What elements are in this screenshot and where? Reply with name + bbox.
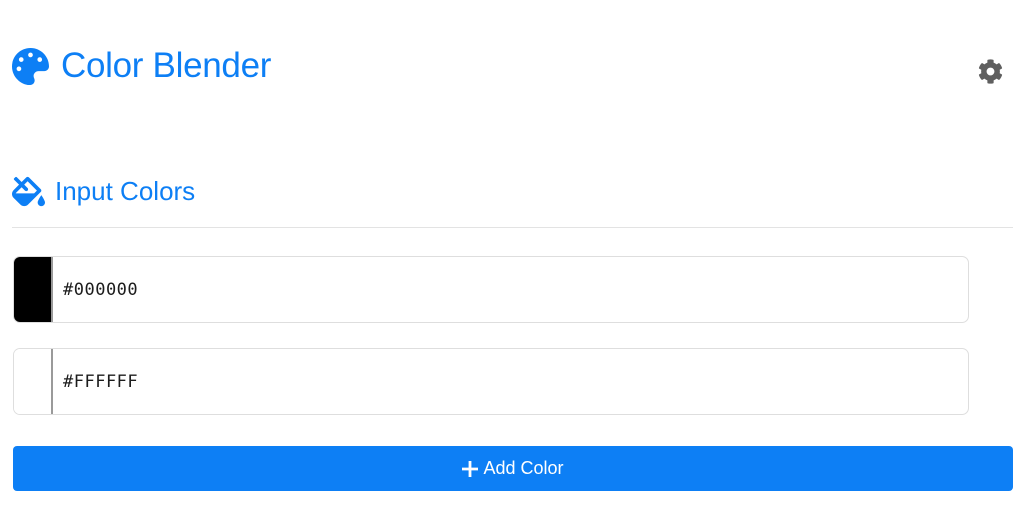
section-header: Input Colors: [12, 173, 195, 209]
plus-icon: [462, 460, 479, 477]
section-title: Input Colors: [55, 175, 196, 206]
gear-icon: [978, 58, 1002, 84]
hex-color-input[interactable]: [53, 349, 968, 414]
color-blender-app: Color Blender Input Colors Add Color: [0, 0, 1021, 515]
section-divider: [12, 227, 1013, 228]
app-title: Color Blender: [61, 46, 272, 85]
color-swatch[interactable]: [14, 349, 53, 414]
palette-icon: [12, 47, 49, 85]
color-input-row: [13, 256, 969, 323]
add-color-button[interactable]: Add Color: [13, 446, 1013, 491]
add-color-label: Add Color: [483, 458, 564, 478]
hex-color-input[interactable]: [53, 257, 968, 322]
paint-bucket-icon: [12, 176, 45, 206]
app-header: Color Blender: [12, 44, 271, 88]
color-input-row: [13, 348, 969, 415]
color-swatch[interactable]: [14, 257, 53, 322]
settings-button[interactable]: [977, 58, 1003, 84]
